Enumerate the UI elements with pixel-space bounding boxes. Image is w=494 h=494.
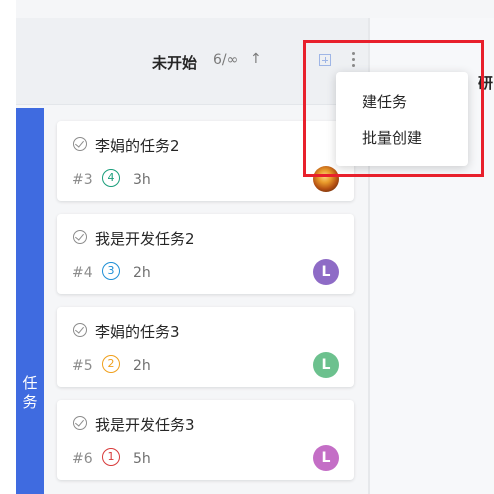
column-count: 6/∞ — [213, 52, 239, 68]
avatar[interactable]: L — [313, 445, 339, 471]
task-card[interactable]: 李娟的任务3 #5 2 2h L — [57, 307, 354, 387]
check-circle-icon[interactable] — [73, 230, 87, 244]
task-number: #5 — [72, 358, 93, 374]
check-circle-icon[interactable] — [73, 323, 87, 337]
priority-badge: 1 — [102, 448, 120, 466]
priority-badge: 3 — [102, 262, 120, 280]
task-number: #6 — [72, 451, 93, 467]
task-title: 我是开发任务3 — [95, 416, 195, 434]
highlight-box — [303, 40, 484, 177]
priority-badge: 4 — [102, 169, 120, 187]
task-hours: 5h — [133, 451, 151, 467]
task-hours: 2h — [133, 265, 151, 281]
task-number: #4 — [72, 265, 93, 281]
swimlane-bar[interactable]: 任 务 — [16, 108, 44, 494]
avatar[interactable]: L — [313, 259, 339, 285]
avatar[interactable]: L — [313, 352, 339, 378]
task-title: 我是开发任务2 — [95, 230, 195, 248]
task-card[interactable]: 我是开发任务3 #6 1 5h L — [57, 400, 354, 480]
column-title: 未开始 — [152, 54, 198, 72]
priority-badge: 2 — [102, 355, 120, 373]
left-gutter — [0, 0, 16, 494]
task-hours: 3h — [133, 172, 151, 188]
swimlane-label: 任 务 — [22, 374, 38, 411]
task-number: #3 — [72, 172, 93, 188]
task-card[interactable]: 我是开发任务2 #4 3 2h L — [57, 214, 354, 294]
check-circle-icon[interactable] — [73, 137, 87, 151]
task-title: 李娟的任务3 — [95, 323, 180, 341]
check-circle-icon[interactable] — [73, 416, 87, 430]
sort-arrow-icon[interactable]: ↑ — [250, 51, 262, 67]
task-title: 李娟的任务2 — [95, 137, 180, 155]
task-hours: 2h — [133, 358, 151, 374]
